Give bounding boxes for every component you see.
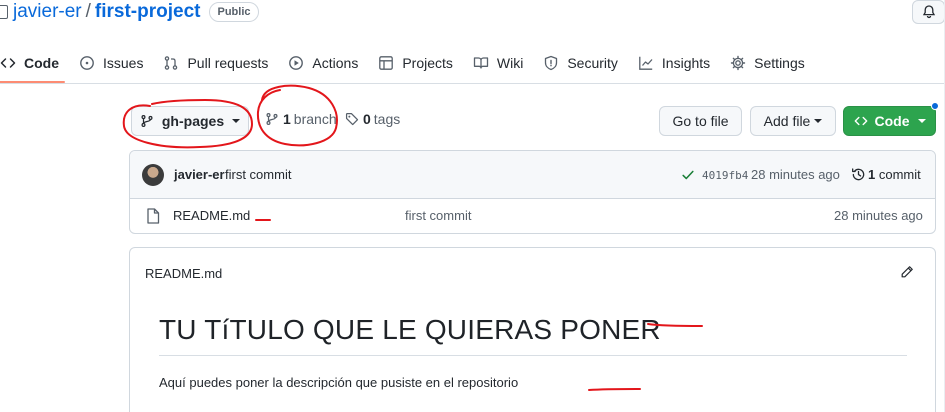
file-icon: [147, 208, 160, 224]
gear-icon: [730, 55, 746, 71]
file-list-box: javier-er first commit 4019fb4 28 minute…: [129, 150, 936, 234]
file-commit-message-link[interactable]: first commit: [405, 208, 471, 223]
chevron-down-icon: [814, 119, 823, 123]
readme-box: README.md TU TíTULO QUE LE QUIERAS PONER…: [129, 247, 936, 412]
tab-wiki[interactable]: Wiki: [463, 44, 533, 82]
tab-security[interactable]: Security: [533, 44, 628, 82]
go-to-file-button[interactable]: Go to file: [659, 106, 742, 136]
avatar[interactable]: [142, 164, 164, 186]
code-dropdown-button[interactable]: Code: [843, 106, 936, 136]
repo-separator: /: [85, 1, 91, 22]
commit-count: 1: [868, 167, 876, 182]
tab-issues[interactable]: Issues: [69, 44, 153, 82]
file-name-link[interactable]: README.md: [173, 208, 250, 223]
tab-pull-requests[interactable]: Pull requests: [153, 44, 278, 82]
add-file-button[interactable]: Add file: [750, 106, 836, 136]
commit-sha-link[interactable]: 4019fb4: [702, 169, 748, 182]
tabs-divider: [0, 83, 945, 84]
play-icon: [289, 56, 304, 70]
branch-select-button[interactable]: gh-pages: [131, 106, 249, 136]
tab-actions[interactable]: Actions: [278, 44, 368, 82]
repo-icon: [0, 5, 8, 19]
git-pull-request-icon: [165, 56, 178, 70]
notification-dot: [931, 102, 939, 110]
tag-count-label: tags: [373, 111, 401, 127]
tag-icon: [345, 112, 359, 126]
current-branch-label: gh-pages: [161, 113, 225, 129]
chevron-down-icon: [917, 119, 926, 123]
book-icon: [473, 57, 489, 69]
table-row: README.md first commit 28 minutes ago: [130, 199, 935, 233]
tab-pull-requests-label: Pull requests: [187, 55, 269, 71]
commits-link[interactable]: 1 commit: [868, 167, 921, 182]
file-time: 28 minutes ago: [834, 208, 923, 223]
commit-message-link[interactable]: first commit: [225, 167, 291, 182]
graph-icon: [639, 56, 653, 70]
git-branch-icon: [141, 115, 153, 127]
tab-security-label: Security: [567, 55, 618, 71]
tab-insights[interactable]: Insights: [628, 44, 720, 82]
branches-link[interactable]: 1 branch: [265, 111, 337, 127]
branch-count-label: branch: [293, 111, 337, 127]
history-icon: [852, 168, 865, 181]
pencil-icon[interactable]: [900, 265, 914, 279]
readme-filename: README.md: [145, 266, 223, 281]
tab-wiki-label: Wiki: [496, 55, 524, 71]
repo-owner-link[interactable]: javier-er: [13, 1, 82, 23]
tab-issues-label: Issues: [103, 55, 144, 71]
branch-count: 1: [283, 111, 291, 127]
readme-paragraph: Aquí puedes poner la descripción que pus…: [159, 375, 519, 390]
repo-name-link[interactable]: first-project: [95, 1, 201, 23]
bell-icon: [922, 5, 935, 19]
tab-settings[interactable]: Settings: [720, 44, 815, 82]
tags-link[interactable]: 0 tags: [345, 111, 400, 127]
issue-opened-icon: [80, 56, 94, 70]
add-file-label: Add file: [763, 113, 811, 129]
tab-actions-label: Actions: [312, 55, 359, 71]
tab-projects[interactable]: Projects: [368, 44, 463, 82]
code-icon: [854, 116, 867, 126]
repo-title: javier-er / first-project Public: [0, 0, 259, 24]
git-branch-icon: [266, 113, 278, 125]
visibility-badge: Public: [209, 2, 259, 22]
tab-code-label: Code: [24, 55, 59, 71]
chevron-down-icon: [232, 119, 241, 123]
notifications-button[interactable]: [912, 0, 945, 24]
code-icon: [0, 58, 16, 68]
shield-icon: [545, 55, 558, 71]
repo-nav-tabs: Code Issues Pull requests Actions Projec…: [0, 44, 815, 83]
code-button-label: Code: [874, 113, 910, 129]
commit-count-label: commit: [878, 167, 921, 182]
table-icon: [379, 56, 394, 70]
tab-projects-label: Projects: [402, 55, 453, 71]
tag-count: 0: [363, 111, 371, 127]
check-icon: [682, 170, 694, 180]
readme-heading-rule: [159, 355, 907, 356]
tab-settings-label: Settings: [754, 55, 805, 71]
latest-commit-row: javier-er first commit 4019fb4 28 minute…: [130, 151, 935, 199]
tab-code[interactable]: Code: [0, 44, 69, 83]
commit-time: 28 minutes ago: [751, 167, 840, 182]
commit-author-link[interactable]: javier-er: [174, 167, 225, 182]
tab-insights-label: Insights: [661, 55, 711, 71]
readme-heading: TU TíTULO QUE LE QUIERAS PONER: [159, 314, 661, 345]
